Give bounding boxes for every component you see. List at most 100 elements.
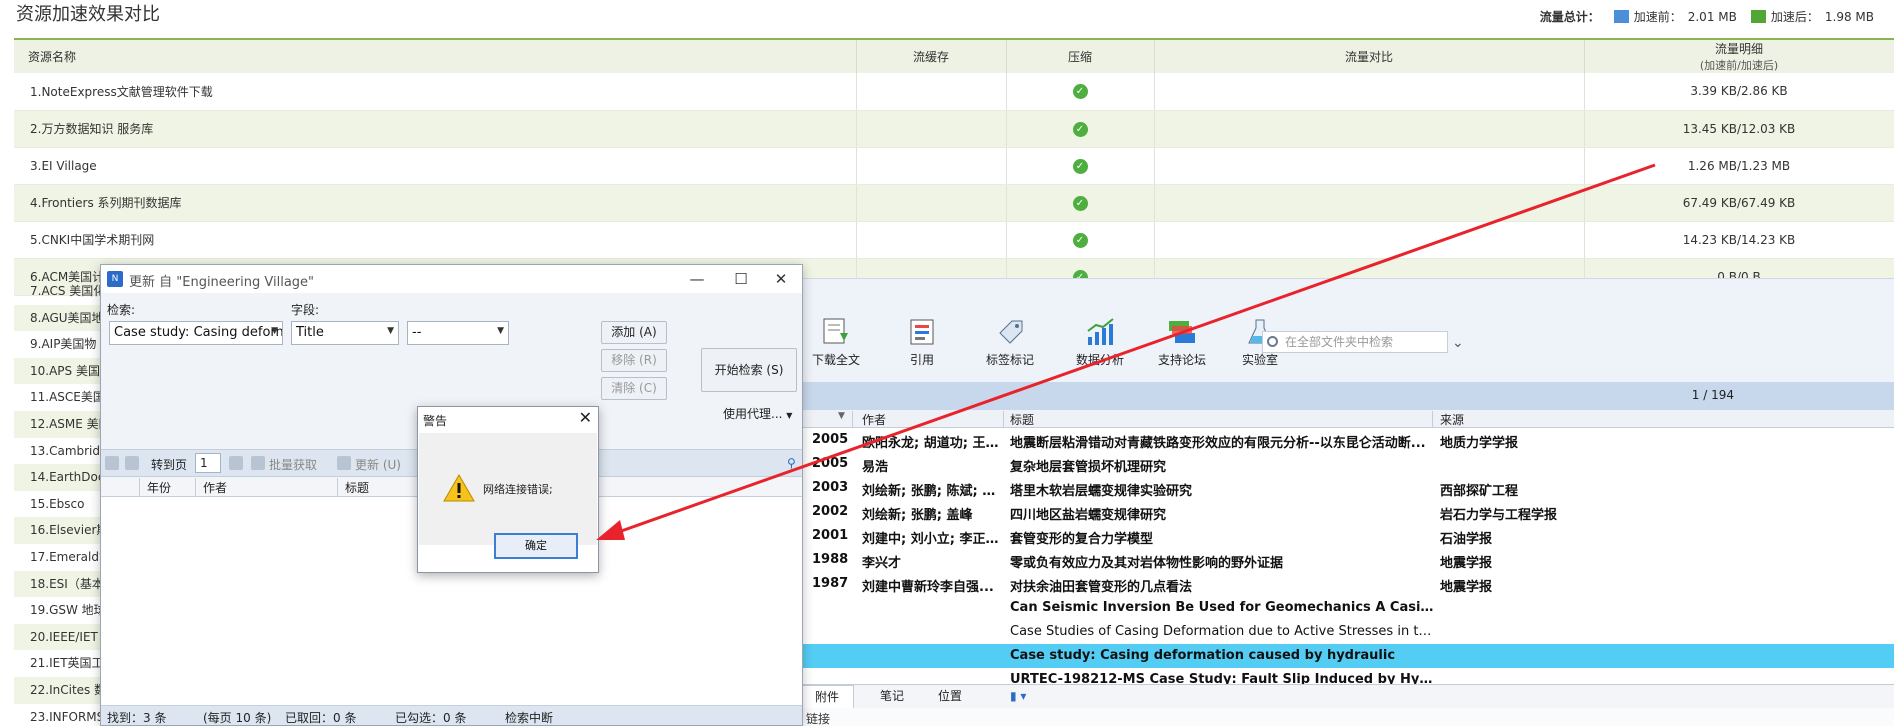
cache-cell (856, 221, 1007, 259)
tab-location[interactable]: 位置 (924, 685, 976, 709)
resource-name: 5.CNKI中国学术期刊网 (14, 221, 857, 259)
attachment-menu-icon[interactable]: ▮ ▾ (996, 685, 1040, 709)
table-row[interactable]: 2003 刘绘新; 张鹏; 陈斌; 彭... 塔里木软岩层蠕变规律实验研究 西部探矿工… (800, 476, 1894, 500)
sort-arrow-icon[interactable]: ▼ (838, 411, 845, 421)
table-row[interactable]: 1987 刘建中曹新玲李自强... 对扶余油田套管变形的几点看法 地震学报 (800, 572, 1894, 596)
cite-button[interactable]: 引用 (886, 317, 958, 368)
col-author[interactable]: 作者 (203, 479, 227, 496)
add-button[interactable]: 添加 (A) (601, 321, 667, 344)
year-cell: 2005 (812, 456, 849, 471)
column-divider[interactable] (1432, 411, 1433, 427)
data-analysis-button[interactable]: 数据分析 (1064, 317, 1136, 368)
update-dialog-title: 更新 自 "Engineering Village" (129, 275, 315, 290)
start-search-button[interactable]: 开始检索 (S) (701, 348, 797, 392)
tag-button[interactable]: 标签标记 (974, 317, 1046, 368)
operator-combo[interactable]: -- ▼ (407, 321, 509, 345)
list-item[interactable]: 12.ASME 美国 (14, 410, 104, 438)
table-row[interactable]: 5.CNKI中国学术期刊网 ✓ 14.23 KB/14.23 KB (14, 221, 1894, 259)
col-year[interactable]: 年份 (147, 479, 171, 496)
field-combo[interactable]: Title ▼ (291, 321, 399, 345)
settings-icon[interactable]: ⚲ (787, 456, 796, 470)
col-cache[interactable]: 流缓存 (856, 38, 1007, 73)
close-button[interactable]: ✕ (764, 267, 798, 291)
col-source[interactable]: 来源 (1440, 411, 1464, 428)
next-page-icon[interactable] (125, 456, 139, 470)
column-divider[interactable] (139, 478, 140, 496)
search-dropdown-icon[interactable]: ⌄ (1452, 335, 1464, 351)
list-item[interactable]: 17.Emerald管 (14, 544, 104, 571)
table-row[interactable]: 2005 易浩 复杂地层套管损坏机理研究 (800, 452, 1894, 476)
batch-fetch-icon[interactable] (251, 456, 265, 470)
noteexpress-main: 下载全文 引用 标签标记 数据分析 支持论坛 实验室 在全部文件夹中检索 ⌄ 1… (800, 278, 1894, 726)
col-title[interactable]: 标题 (345, 479, 369, 496)
support-forum-button[interactable]: 支持论坛 (1146, 317, 1218, 368)
table-row[interactable]: 1988 李兴才 零或负有效应力及其对岩体物性影响的野外证据 地震学报 (800, 548, 1894, 572)
list-item[interactable]: 22.InCites 数 (14, 676, 104, 704)
list-item[interactable]: 7.ACS 美国化 (14, 278, 104, 305)
download-fulltext-button[interactable]: 下载全文 (800, 317, 872, 368)
list-item[interactable]: 16.Elsevier期 (14, 517, 104, 544)
col-author[interactable]: 作者 (862, 411, 886, 428)
lab-label: 实验室 (1241, 353, 1278, 367)
update-dialog-titlebar[interactable]: N 更新 自 "Engineering Village" — ☐ ✕ (101, 265, 802, 293)
use-proxy-menu[interactable]: 使用代理... ▼ (723, 405, 792, 422)
column-divider[interactable] (195, 478, 196, 496)
list-item[interactable]: 9.AIP美国物 (14, 331, 104, 358)
flow-detail: 13.45 KB/12.03 KB (1584, 110, 1894, 148)
prev-page-icon[interactable] (105, 456, 119, 470)
table-row[interactable]: Case Studies of Casing Deformation due t… (800, 620, 1894, 644)
ok-button[interactable]: 确定 (494, 533, 578, 559)
table-row[interactable]: 2001 刘建中; 刘小立; 李正... 套管变形的复合力学模型 石油学报 (800, 524, 1894, 548)
compare-cell (1154, 110, 1585, 148)
tab-notes[interactable]: 笔记 (866, 685, 918, 709)
col-compare[interactable]: 流量对比 (1154, 38, 1585, 73)
remove-button[interactable]: 移除 (R) (601, 349, 667, 372)
list-item[interactable]: 8.AGU美国地 (14, 304, 104, 332)
table-row[interactable]: 2002 刘绘新; 张鹏; 盖峰 四川地区盐岩蠕变规律研究 岩石力学与工程学报 (800, 500, 1894, 524)
column-divider[interactable] (852, 411, 853, 427)
search-term-combo[interactable]: Case study: Casing deforn ▼ (109, 321, 283, 345)
list-item[interactable]: 19.GSW 地球 (14, 597, 104, 624)
table-row[interactable]: 3.EI Village ✓ 1.26 MB/1.23 MB (14, 147, 1894, 185)
col-title[interactable]: 标题 (1010, 411, 1034, 428)
list-item[interactable]: 14.EarthDoc (14, 464, 104, 491)
title-cell: 地震断层粘滑错动对青藏铁路变形效应的有限元分析--以东昆仑活动断... (1010, 436, 1426, 451)
refresh-button[interactable]: 更新 (U) (355, 456, 401, 473)
list-item[interactable]: 18.ESI（基本 (14, 570, 104, 598)
page-title: 资源加速效果对比 (16, 4, 160, 25)
flow-detail: 3.39 KB/2.86 KB (1584, 73, 1894, 111)
list-item[interactable]: 23.INFORMS (14, 704, 104, 726)
table-row[interactable]: Can Seismic Inversion Be Used for Geomec… (800, 596, 1894, 620)
list-item[interactable]: 11.ASCE美国 (14, 384, 104, 411)
title-cell: 复杂地层套管损坏机理研究 (1010, 460, 1167, 475)
search-label: 检索: (107, 303, 136, 317)
table-row[interactable]: 1.NoteExpress文献管理软件下载 ✓ 3.39 KB/2.86 KB (14, 73, 1894, 111)
flow-detail: 14.23 KB/14.23 KB (1584, 221, 1894, 259)
list-item[interactable]: 21.IET英国工 (14, 650, 104, 677)
go-icon[interactable] (229, 456, 243, 470)
table-row[interactable]: 2.万方数据知识 服务库 ✓ 13.45 KB/12.03 KB (14, 110, 1894, 148)
search-all-folders-input[interactable]: 在全部文件夹中检索 (1262, 331, 1448, 353)
batch-fetch-button[interactable]: 批量获取 (269, 456, 317, 473)
list-item[interactable]: 10.APS 美国 (14, 357, 104, 385)
list-item[interactable]: 15.Ebsco (14, 491, 104, 518)
table-row[interactable]: 2005 欧阳永龙; 胡道功; 王... 地震断层粘滑错动对青藏铁路变形效应的有限元… (800, 428, 1894, 452)
column-divider[interactable] (337, 478, 338, 496)
list-item[interactable]: 13.Cambridg (14, 438, 104, 465)
maximize-button[interactable]: ☐ (724, 267, 758, 291)
col-compress[interactable]: 压缩 (1006, 38, 1155, 73)
table-row[interactable]: 4.Frontiers 系列期刊数据库 ✓ 67.49 KB/67.49 KB (14, 184, 1894, 222)
page-number-input[interactable]: 1 (195, 453, 221, 473)
col-detail[interactable]: 流量明细 (加速前/加速后) (1584, 38, 1894, 73)
column-divider[interactable] (1003, 411, 1004, 427)
tab-attachments[interactable]: 附件 (800, 685, 855, 709)
warning-close-button[interactable]: ✕ (579, 408, 592, 427)
proxy-arrow-icon: ▼ (786, 411, 793, 420)
checked-count: 已勾选：0 条 (395, 711, 467, 725)
refresh-icon[interactable] (337, 456, 351, 470)
col-resource-name[interactable]: 资源名称 (14, 38, 857, 73)
list-item[interactable]: 20.IEEE/IET E (14, 623, 104, 651)
table-row[interactable]: Case study: Casing deformation caused by… (800, 644, 1894, 668)
clear-button[interactable]: 清除 (C) (601, 377, 667, 400)
minimize-button[interactable]: — (680, 267, 714, 291)
